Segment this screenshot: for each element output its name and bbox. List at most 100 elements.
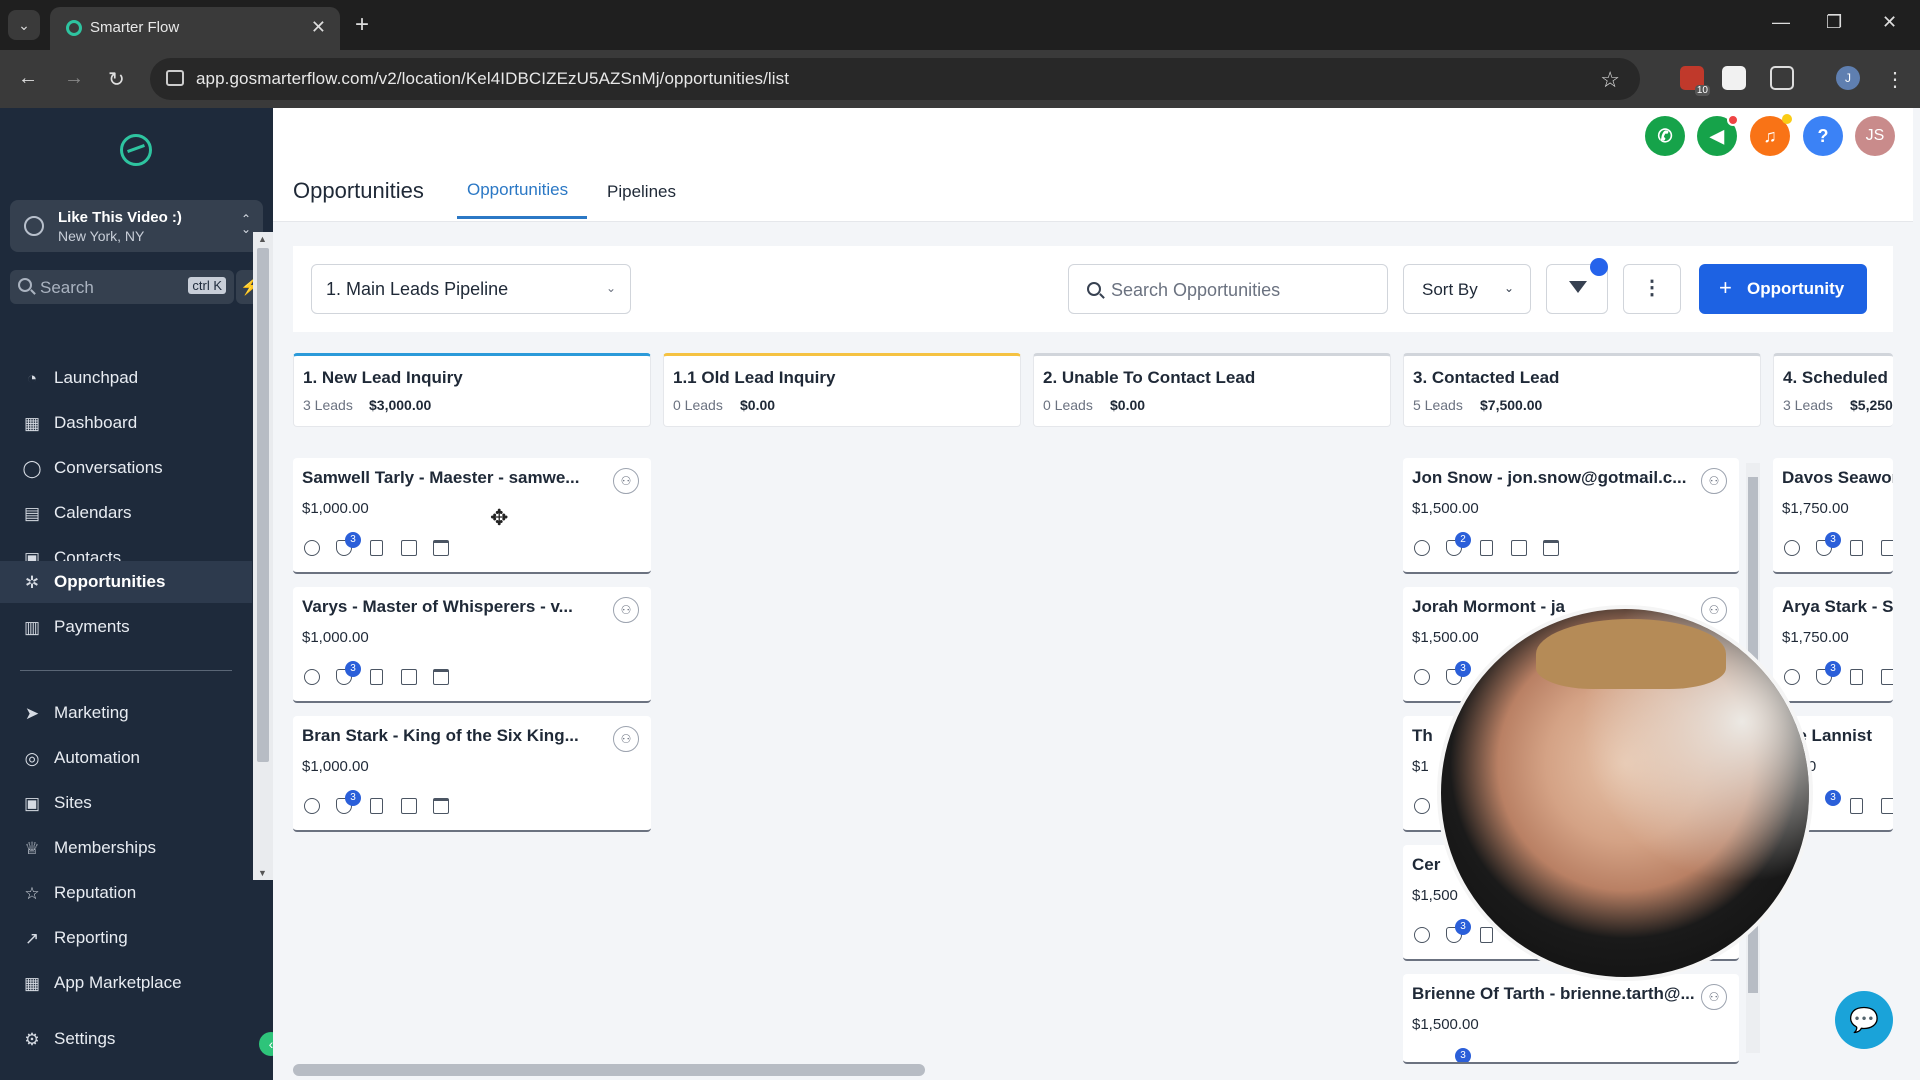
chat-icon[interactable] [1414, 540, 1430, 556]
scroll-up-icon[interactable]: ▲ [258, 234, 267, 244]
card-title[interactable]: Davos Seawor [1782, 468, 1893, 488]
stage-header-contacted[interactable]: 3. Contacted Lead 5 Leads $7,500.00 [1403, 353, 1761, 427]
appointment-icon[interactable] [1543, 540, 1559, 556]
announcement-icon[interactable]: ◀ [1697, 114, 1739, 156]
chat-icon[interactable] [304, 540, 320, 556]
sidebar-item-app-marketplace[interactable]: ▦ App Marketplace [0, 962, 252, 1004]
extension-calendar-icon[interactable]: 10 [1680, 66, 1710, 96]
url-input[interactable]: app.gosmarterflow.com/v2/location/Kel4ID… [150, 58, 1640, 100]
sidebar-item-reporting[interactable]: ↗ Reporting [0, 917, 252, 959]
sidebar-item-automation[interactable]: ◎ Automation [0, 737, 252, 779]
restore-icon[interactable]: ❐ [1826, 12, 1842, 33]
opportunity-card[interactable]: Varys - Master of Whisperers - v... $1,0… [293, 587, 651, 703]
appointment-icon[interactable] [433, 669, 449, 685]
browser-menu-icon[interactable]: ⋮ [1885, 67, 1905, 92]
sidebar-scrollbar[interactable]: ▲ ▼ [253, 232, 273, 880]
close-window-icon[interactable]: ✕ [1882, 12, 1897, 33]
chat-icon[interactable] [1414, 927, 1430, 943]
add-opportunity-button[interactable]: + Opportunity [1699, 264, 1867, 314]
card-title[interactable]: Varys - Master of Whisperers - v... [302, 597, 592, 617]
sidebar-item-opportunities[interactable]: ✲ Opportunities [0, 561, 252, 603]
sidebar-item-launchpad[interactable]: ◔ Launchpad [0, 357, 252, 399]
support-chat-button[interactable]: 💬 [1835, 991, 1893, 1049]
opportunity-card[interactable]: Bran Stark - King of the Six King... $1,… [293, 716, 651, 832]
phone-icon[interactable]: ✆ [1645, 116, 1685, 156]
app-logo-icon[interactable] [120, 134, 152, 166]
chat-icon[interactable] [1414, 798, 1430, 814]
assign-user-icon[interactable]: ⚇ [1701, 468, 1727, 494]
account-switcher[interactable]: Like This Video :) New York, NY ⌃ ⌄ [10, 200, 263, 252]
stage-header-scheduled[interactable]: 4. Scheduled 3 Leads $5,250 [1773, 353, 1893, 427]
minimize-icon[interactable]: — [1772, 12, 1790, 33]
sidebar-scroll-thumb[interactable] [257, 248, 269, 762]
back-icon[interactable]: ← [18, 67, 38, 90]
task-icon[interactable] [1881, 798, 1893, 814]
sidebar-item-conversations[interactable]: ◯ Conversations [0, 447, 252, 489]
user-avatar[interactable]: JS [1855, 116, 1895, 156]
task-icon[interactable] [401, 540, 417, 556]
notes-icon[interactable] [370, 540, 383, 556]
card-title[interactable]: Bran Stark - King of the Six King... [302, 726, 592, 746]
task-icon[interactable] [401, 669, 417, 685]
sidebar-item-calendars[interactable]: ▤ Calendars [0, 492, 252, 534]
appointment-icon[interactable] [433, 798, 449, 814]
sidebar-item-payments[interactable]: ▥ Payments [0, 606, 252, 648]
tab-pipelines[interactable]: Pipelines [607, 182, 676, 202]
sidebar-item-settings[interactable]: ⚙ Settings [0, 1018, 252, 1060]
notes-icon[interactable] [370, 669, 383, 685]
bell-icon[interactable]: ♫ [1750, 114, 1792, 156]
sidebar-item-marketing[interactable]: ➤ Marketing [0, 692, 252, 734]
task-icon[interactable] [1881, 669, 1893, 685]
chat-icon[interactable] [1784, 540, 1800, 556]
card-title[interactable]: Samwell Tarly - Maester - samwe... [302, 468, 592, 488]
bookmark-star-icon[interactable]: ☆ [1600, 67, 1620, 93]
card-title[interactable]: Jon Snow - jon.snow@gotmail.c... [1412, 468, 1702, 488]
more-options-button[interactable]: ⋮ [1623, 264, 1681, 314]
help-icon[interactable]: ? [1803, 116, 1843, 156]
sort-by-button[interactable]: Sort By ⌄ [1403, 264, 1531, 314]
task-icon[interactable] [1881, 540, 1893, 556]
forward-icon[interactable]: → [64, 67, 84, 90]
appointment-icon[interactable] [433, 540, 449, 556]
extensions-puzzle-icon[interactable] [1770, 66, 1794, 90]
tab-search-button[interactable]: ⌄ [8, 10, 40, 40]
assign-user-icon[interactable]: ⚇ [613, 597, 639, 623]
opportunity-card[interactable]: Samwell Tarly - Maester - samwe... $1,00… [293, 458, 651, 574]
browser-profile-avatar[interactable]: J [1836, 66, 1860, 90]
opportunity-card[interactable]: Davos Seawor $1,750.00 3 [1773, 458, 1893, 574]
sidebar-search[interactable]: Search ctrl K [10, 270, 234, 304]
assign-user-icon[interactable]: ⚇ [613, 468, 639, 494]
notes-icon[interactable] [370, 798, 383, 814]
close-tab-icon[interactable]: ✕ [311, 17, 326, 38]
notes-icon[interactable] [1850, 669, 1863, 685]
task-icon[interactable] [1511, 540, 1527, 556]
sidebar-item-sites[interactable]: ▣ Sites [0, 782, 252, 824]
assign-user-icon[interactable]: ⚇ [1701, 984, 1727, 1010]
opportunities-search-input[interactable]: Search Opportunities [1068, 264, 1388, 314]
browser-tab[interactable]: Smarter Flow ✕ [50, 7, 340, 50]
notes-icon[interactable] [1850, 798, 1863, 814]
scroll-down-icon[interactable]: ▼ [258, 868, 267, 878]
chat-icon[interactable] [1414, 669, 1430, 685]
new-tab-button[interactable]: + [355, 11, 369, 39]
reload-icon[interactable]: ↻ [108, 67, 125, 92]
stage-header-new-lead[interactable]: 1. New Lead Inquiry 3 Leads $3,000.00 [293, 353, 651, 427]
opportunity-card[interactable]: Brienne Of Tarth - brienne.tarth@... $1,… [1403, 974, 1739, 1064]
card-title[interactable]: Brienne Of Tarth - brienne.tarth@... [1412, 984, 1702, 1004]
stage-header-unable-to-contact[interactable]: 2. Unable To Contact Lead 0 Leads $0.00 [1033, 353, 1391, 427]
tab-opportunities[interactable]: Opportunities [467, 180, 568, 200]
notes-icon[interactable] [1480, 540, 1493, 556]
extension-notion-icon[interactable] [1722, 66, 1746, 90]
sidebar-item-dashboard[interactable]: ▦ Dashboard [0, 402, 252, 444]
notes-icon[interactable] [1850, 540, 1863, 556]
site-settings-icon[interactable] [166, 70, 184, 86]
chat-icon[interactable] [304, 669, 320, 685]
pipeline-select[interactable]: 1. Main Leads Pipeline ⌄ [311, 264, 631, 314]
task-icon[interactable] [401, 798, 417, 814]
sidebar-item-memberships[interactable]: ♕ Memberships [0, 827, 252, 869]
chat-icon[interactable] [304, 798, 320, 814]
assign-user-icon[interactable]: ⚇ [613, 726, 639, 752]
stage-header-old-lead[interactable]: 1.1 Old Lead Inquiry 0 Leads $0.00 [663, 353, 1021, 427]
board-horizontal-scrollbar[interactable] [293, 1064, 925, 1076]
sidebar-item-reputation[interactable]: ☆ Reputation [0, 872, 252, 914]
